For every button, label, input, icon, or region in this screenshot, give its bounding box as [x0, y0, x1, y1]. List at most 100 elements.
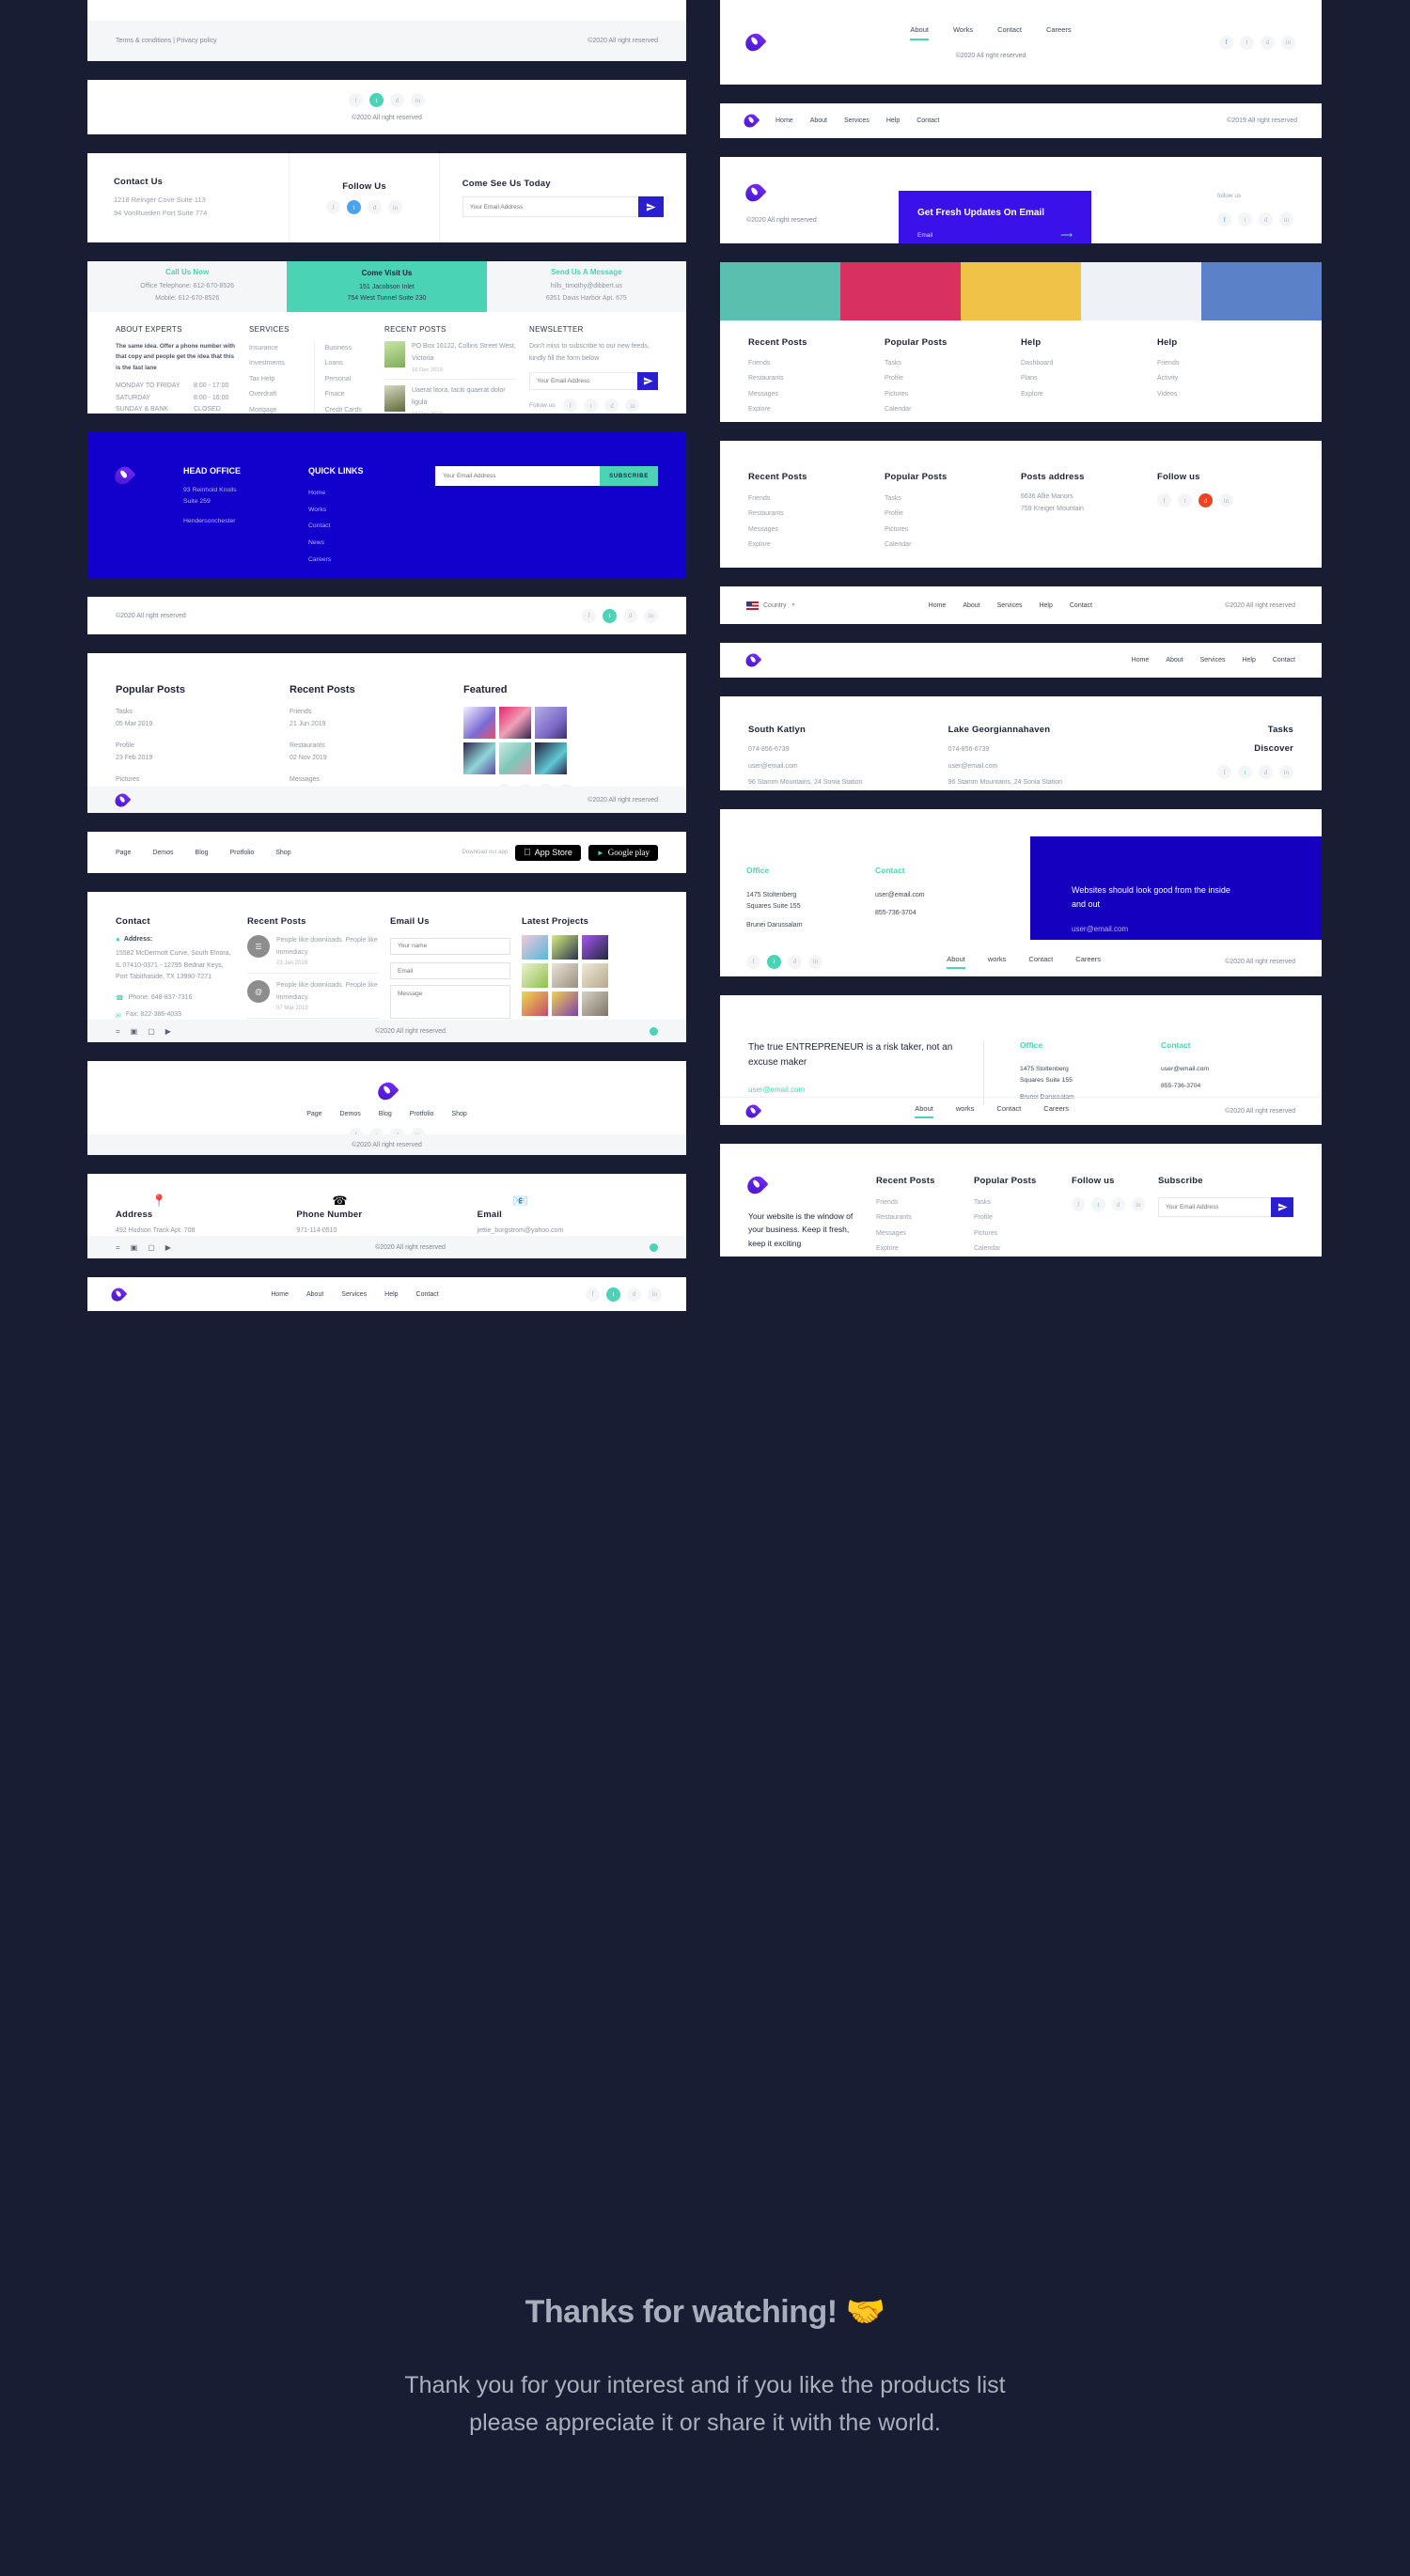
linkedin-icon[interactable]: in — [388, 200, 403, 214]
recent-post-item[interactable]: ☰ People like downloads. People like imm… — [247, 935, 379, 975]
nav-item[interactable]: Demos — [340, 1111, 361, 1117]
send-button[interactable] — [638, 196, 664, 217]
post-entry[interactable]: Restaurants 02 Nov 2019 — [290, 741, 463, 764]
column-item[interactable]: Friends — [1157, 356, 1293, 371]
twitter-icon[interactable]: ▣ — [131, 1243, 138, 1252]
social-links[interactable]: f t d in — [746, 954, 822, 969]
post-entry[interactable]: Profile 23 Feb 2019 — [116, 741, 290, 764]
nav-item[interactable]: Services — [844, 117, 870, 124]
nav-item[interactable]: Services — [1200, 657, 1226, 664]
twitter-icon[interactable]: t — [347, 200, 362, 214]
column-item[interactable]: Profile — [974, 1210, 1058, 1226]
facebook-icon[interactable]: f — [1157, 493, 1171, 507]
app-store-button[interactable]:  App Store — [515, 844, 581, 861]
linkedin-icon[interactable]: in — [1279, 765, 1293, 779]
dribbble-icon[interactable]: d — [1259, 765, 1273, 779]
project-thumb[interactable] — [582, 991, 608, 1016]
column-item[interactable]: Profile — [885, 371, 1021, 386]
gallery-thumb[interactable] — [499, 707, 531, 739]
column-item[interactable]: Restaurants — [748, 507, 885, 522]
nav-item[interactable]: Demos — [152, 850, 173, 856]
dribbble-icon[interactable]: d — [788, 954, 802, 969]
post-name[interactable]: Messages — [290, 774, 463, 787]
email-input[interactable] — [1158, 1197, 1271, 1217]
quick-link-item[interactable]: Works — [308, 502, 435, 519]
linkedin-icon[interactable]: in — [1279, 212, 1293, 226]
youtube-icon[interactable]: ▶ — [165, 1243, 171, 1252]
social-links[interactable]: f t d in — [1217, 212, 1293, 226]
project-thumb[interactable] — [522, 963, 548, 988]
linkedin-icon[interactable]: in — [647, 1287, 662, 1302]
post-name[interactable]: Profile — [116, 741, 290, 753]
dribbble-icon[interactable]: d — [390, 93, 404, 107]
twitter-icon[interactable]: t — [1091, 1197, 1105, 1211]
twitter-icon[interactable]: t — [1240, 35, 1254, 50]
nav-item[interactable]: Services — [997, 602, 1023, 609]
nav-item[interactable]: About — [963, 602, 979, 609]
linkedin-icon[interactable]: in — [1131, 1197, 1145, 1211]
facebook-icon[interactable]: f — [326, 200, 341, 214]
projects-gallery[interactable] — [522, 935, 658, 1016]
column-item[interactable]: Explore — [876, 1241, 961, 1257]
nav-item[interactable]: Home — [776, 117, 793, 124]
facebook-icon[interactable]: f — [582, 608, 596, 623]
twitter-icon[interactable]: t — [767, 954, 781, 969]
service-item[interactable]: Insurance — [249, 341, 303, 356]
twitter-icon[interactable]: t — [369, 93, 384, 107]
flame-logo-icon[interactable] — [108, 1285, 128, 1304]
flame-logo-icon[interactable] — [374, 1078, 400, 1104]
nav-item[interactable]: Blog — [196, 850, 209, 856]
featured-gallery[interactable] — [463, 707, 658, 774]
social-links[interactable]: = ▣ ▢ ▶ — [116, 1243, 171, 1252]
social-links[interactable]: = ▣ ▢ ▶ — [116, 1027, 171, 1036]
column-item[interactable]: Pictures — [885, 387, 1021, 402]
nav-item[interactable]: Contact — [996, 1104, 1021, 1118]
nav-item[interactable]: Careers — [1075, 955, 1101, 969]
footer-nav[interactable]: About works Contact Careers — [759, 1104, 1225, 1118]
flame-logo-icon[interactable] — [112, 790, 132, 809]
twitter-icon[interactable]: ▣ — [131, 1027, 138, 1036]
social-links[interactable]: f t d in — [1072, 1197, 1145, 1211]
subscribe-form[interactable] — [1158, 1197, 1293, 1217]
name-input[interactable] — [390, 937, 510, 955]
flame-logo-icon[interactable] — [741, 111, 760, 131]
country-label[interactable]: Country — [763, 602, 787, 609]
project-thumb[interactable] — [522, 935, 548, 960]
column-item[interactable]: Explore — [748, 402, 885, 417]
recent-post-item[interactable]: @ People like downloads. People like imm… — [247, 974, 379, 1020]
nav-item[interactable]: Shop — [275, 850, 290, 856]
nav-item[interactable]: Contact — [1070, 602, 1092, 609]
nav-item[interactable]: Home — [271, 1291, 289, 1298]
nav-item[interactable]: About — [810, 117, 827, 124]
nav-item[interactable]: Shop — [451, 1111, 466, 1117]
column-item[interactable]: Messages — [748, 523, 885, 538]
social-links[interactable]: f t d in — [582, 608, 658, 623]
subscribe-button[interactable]: SUBSCRIBE — [600, 466, 658, 486]
service-item[interactable]: Mortgage — [249, 403, 303, 414]
column-item[interactable]: Explore — [1021, 387, 1157, 402]
post-name[interactable]: Pictures — [116, 774, 290, 787]
facebook-icon[interactable]: = — [116, 1243, 120, 1252]
nav-item[interactable]: Contact — [1028, 955, 1053, 969]
nav-item[interactable]: Careers — [1046, 25, 1072, 34]
twitter-icon[interactable]: t — [603, 608, 617, 623]
column-item[interactable]: Calendar — [885, 402, 1021, 417]
twitter-icon[interactable]: t — [1238, 212, 1252, 226]
column-item[interactable]: Pictures — [885, 523, 1021, 538]
dribbble-icon[interactable]: d — [1111, 1197, 1125, 1211]
column-items[interactable]: Dashboard Plans Explore — [1021, 356, 1157, 402]
flame-logo-icon[interactable] — [743, 1101, 762, 1121]
dribbble-icon[interactable]: d — [368, 200, 383, 214]
gallery-thumb[interactable] — [535, 742, 567, 774]
facebook-icon[interactable]: f — [1219, 35, 1233, 50]
linkedin-icon[interactable]: in — [625, 398, 640, 414]
nav-item[interactable]: works — [988, 955, 1007, 969]
nav-item[interactable]: Page — [306, 1111, 321, 1117]
flame-logo-icon[interactable] — [743, 650, 762, 670]
instagram-icon[interactable]: ▢ — [148, 1027, 155, 1036]
post-name[interactable]: Friends — [290, 707, 463, 719]
gallery-thumb[interactable] — [463, 707, 495, 739]
column-item[interactable]: Friends — [748, 356, 885, 371]
project-thumb[interactable] — [552, 991, 578, 1016]
footer-nav[interactable]: Home About Services Help Contact — [1132, 657, 1295, 664]
